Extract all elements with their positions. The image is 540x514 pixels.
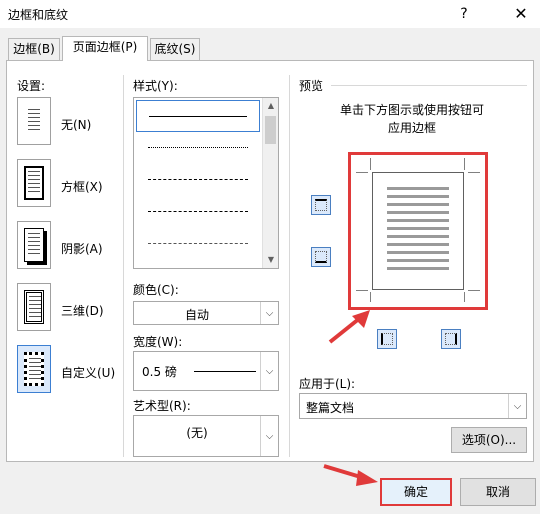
corner-tick: [370, 292, 371, 302]
tab-borders[interactable]: 边框(B): [8, 38, 60, 60]
style-scrollbar[interactable]: ▲ ▼: [262, 98, 278, 268]
red-arrow-icon: [328, 310, 370, 344]
corner-tick: [356, 172, 368, 173]
setting-box-label[interactable]: 方框(X): [61, 178, 103, 195]
corner-tick: [468, 172, 480, 173]
art-label: 艺术型(R):: [133, 399, 191, 413]
chevron-down-icon[interactable]: ⌵: [260, 416, 278, 456]
left-border-button[interactable]: [377, 329, 397, 349]
shadow-border-icon[interactable]: [17, 221, 51, 269]
color-label: 颜色(C):: [133, 283, 179, 297]
custom-border-icon[interactable]: [17, 345, 51, 393]
style-option-dotted[interactable]: [136, 132, 260, 164]
box-border-icon[interactable]: [17, 159, 51, 207]
width-select[interactable]: 0.5 磅 ⌵: [133, 351, 279, 391]
cancel-button[interactable]: 取消: [460, 478, 536, 506]
preview-hint: 单击下方图示或使用按钮可: [339, 103, 484, 117]
chevron-down-icon[interactable]: ⌵: [260, 302, 278, 324]
options-button[interactable]: 选项(O)...: [451, 427, 527, 453]
settings-label: 设置:: [17, 79, 46, 93]
style-list[interactable]: ▲ ▼: [133, 97, 279, 269]
corner-tick: [464, 292, 465, 302]
corner-tick: [468, 290, 480, 291]
ok-button[interactable]: 确定: [380, 478, 452, 506]
preview-label: 预览: [299, 79, 324, 93]
style-label: 样式(Y):: [133, 79, 178, 93]
divider: [123, 75, 124, 457]
page-text-lines: [387, 187, 449, 275]
art-select[interactable]: (无) ⌵: [133, 415, 279, 457]
color-value: 自动: [184, 308, 209, 322]
style-option-short-dash[interactable]: [136, 164, 260, 196]
chevron-down-icon[interactable]: ⌵: [260, 352, 278, 390]
3d-border-icon[interactable]: [17, 283, 51, 331]
setting-none-label[interactable]: 无(N): [61, 116, 91, 133]
apply-to-value: 整篇文档: [306, 401, 355, 415]
preview-divider: [331, 85, 527, 86]
corner-tick: [370, 158, 371, 170]
tab-shading[interactable]: 底纹(S): [150, 38, 200, 60]
red-arrow-icon: [323, 464, 378, 486]
scroll-thumb[interactable]: [265, 116, 276, 144]
top-border-button[interactable]: [311, 195, 331, 215]
bottom-border-button[interactable]: [311, 247, 331, 267]
close-button[interactable]: ✕: [502, 0, 540, 28]
width-line-sample: [194, 371, 256, 372]
style-option-dash-dot[interactable]: [136, 228, 260, 260]
divider: [289, 75, 290, 457]
scroll-down-icon[interactable]: ▼: [263, 252, 278, 268]
corner-tick: [356, 290, 368, 291]
setting-custom-label[interactable]: 自定义(U): [61, 364, 115, 381]
help-button[interactable]: ?: [452, 2, 476, 26]
setting-shadow-label[interactable]: 阴影(A): [61, 240, 103, 257]
tab-page-border[interactable]: 页面边框(P): [62, 36, 148, 61]
apply-to-label: 应用于(L):: [299, 377, 356, 391]
setting-3d-label[interactable]: 三维(D): [61, 302, 104, 319]
corner-tick: [464, 158, 465, 170]
color-select[interactable]: 自动 ⌵: [133, 301, 279, 325]
apply-to-select[interactable]: 整篇文档 ⌵: [299, 393, 527, 419]
width-value: 0.5 磅: [142, 365, 177, 379]
none-border-icon[interactable]: [17, 97, 51, 145]
title-bar: 边框和底纹 ? ✕: [0, 0, 540, 28]
scroll-up-icon[interactable]: ▲: [263, 98, 278, 114]
chevron-down-icon[interactable]: ⌵: [508, 394, 526, 418]
width-label: 宽度(W):: [133, 335, 183, 349]
right-border-button[interactable]: [441, 329, 461, 349]
style-option-dash[interactable]: [136, 196, 260, 228]
preview-page[interactable]: [372, 172, 464, 290]
style-option-solid[interactable]: [136, 100, 260, 132]
preview-hint: 应用边框: [387, 121, 436, 135]
window-title: 边框和底纹: [8, 8, 69, 22]
art-value: (无): [186, 426, 208, 440]
